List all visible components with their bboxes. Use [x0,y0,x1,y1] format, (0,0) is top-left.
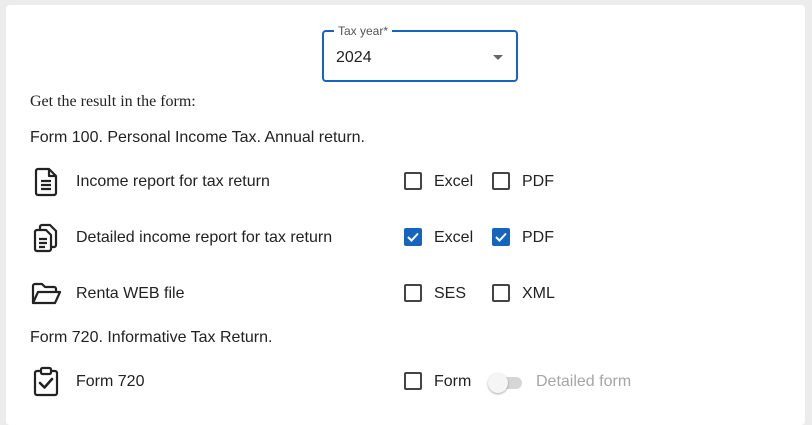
tax-year-label: Tax year* [334,24,393,38]
report-label: Detailed income report for tax return [76,229,333,246]
report-label: Form 720 [76,373,145,390]
checkbox-form[interactable]: Form [404,368,484,396]
report-label: Income report for tax return [76,173,270,190]
checkbox-box[interactable] [404,284,422,302]
documents-icon [33,223,58,253]
checkbox-label: Form [434,373,472,390]
toggle-thumb[interactable] [488,373,508,393]
folder-open-icon [31,282,62,305]
checkbox-box[interactable] [404,372,422,390]
section-title-form-720: Form 720. Informative Tax Return. [30,329,273,346]
checkbox-label: XML [522,285,555,302]
report-row-renta-web: Renta WEB file SES XML [30,276,790,312]
intro-text: Get the result in the form: [30,93,196,110]
checkbox-pdf[interactable]: PDF [492,224,562,252]
checkbox-label: Excel [434,173,474,190]
checkbox-box-checked[interactable] [404,228,422,246]
checkbox-label: PDF [522,229,554,246]
checkbox-label: Excel [434,229,474,246]
detailed-form-toggle[interactable]: Detailed form [488,368,648,396]
report-row-detailed-income: Detailed income report for tax return Ex… [30,220,790,256]
checkmark-icon [407,232,419,242]
document-icon [34,167,58,197]
report-row-income: Income report for tax return Excel PDF [30,164,790,200]
checkbox-ses[interactable]: SES [404,280,474,308]
checkbox-xml[interactable]: XML [492,280,562,308]
tax-year-select[interactable]: Tax year* 2024 [322,24,518,82]
checkbox-box[interactable] [492,172,510,190]
checkbox-excel[interactable]: Excel [404,168,474,196]
report-row-form-720: Form 720 Form Detailed form [30,364,790,400]
report-label: Renta WEB file [76,285,185,302]
toggle-label: Detailed form [536,373,632,390]
checkbox-box-checked[interactable] [492,228,510,246]
checkbox-box[interactable] [404,172,422,190]
section-title-form-100: Form 100. Personal Income Tax. Annual re… [30,129,365,146]
checkbox-label: SES [434,285,467,302]
checkmark-icon [495,232,507,242]
tax-report-card: Tax year* 2024 Get the result in the for… [6,5,805,425]
checkbox-excel[interactable]: Excel [404,224,474,252]
checkbox-pdf[interactable]: PDF [492,168,562,196]
checkbox-label: PDF [522,173,554,190]
chevron-down-icon [493,55,503,60]
clipboard-check-icon [33,366,59,397]
tax-year-value: 2024 [336,49,372,66]
checkbox-box[interactable] [492,284,510,302]
